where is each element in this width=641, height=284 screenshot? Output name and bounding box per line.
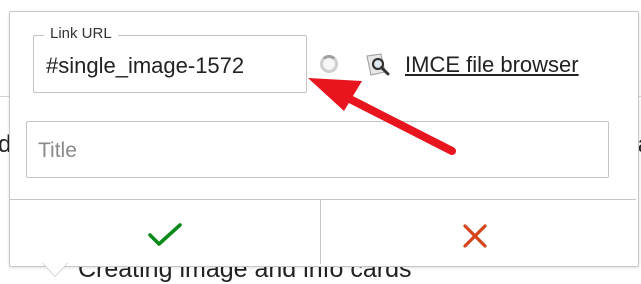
title-placeholder: Title	[38, 139, 77, 162]
annotation-arrow	[308, 78, 456, 155]
balloon-pointer-inner	[43, 263, 67, 276]
link-url-value[interactable]: #single_image-1572	[46, 53, 244, 79]
cancel-button[interactable]	[321, 200, 636, 264]
x-icon	[463, 224, 487, 248]
link-url-label: Link URL	[44, 25, 118, 42]
check-icon	[148, 223, 182, 246]
save-button[interactable]	[10, 200, 320, 264]
